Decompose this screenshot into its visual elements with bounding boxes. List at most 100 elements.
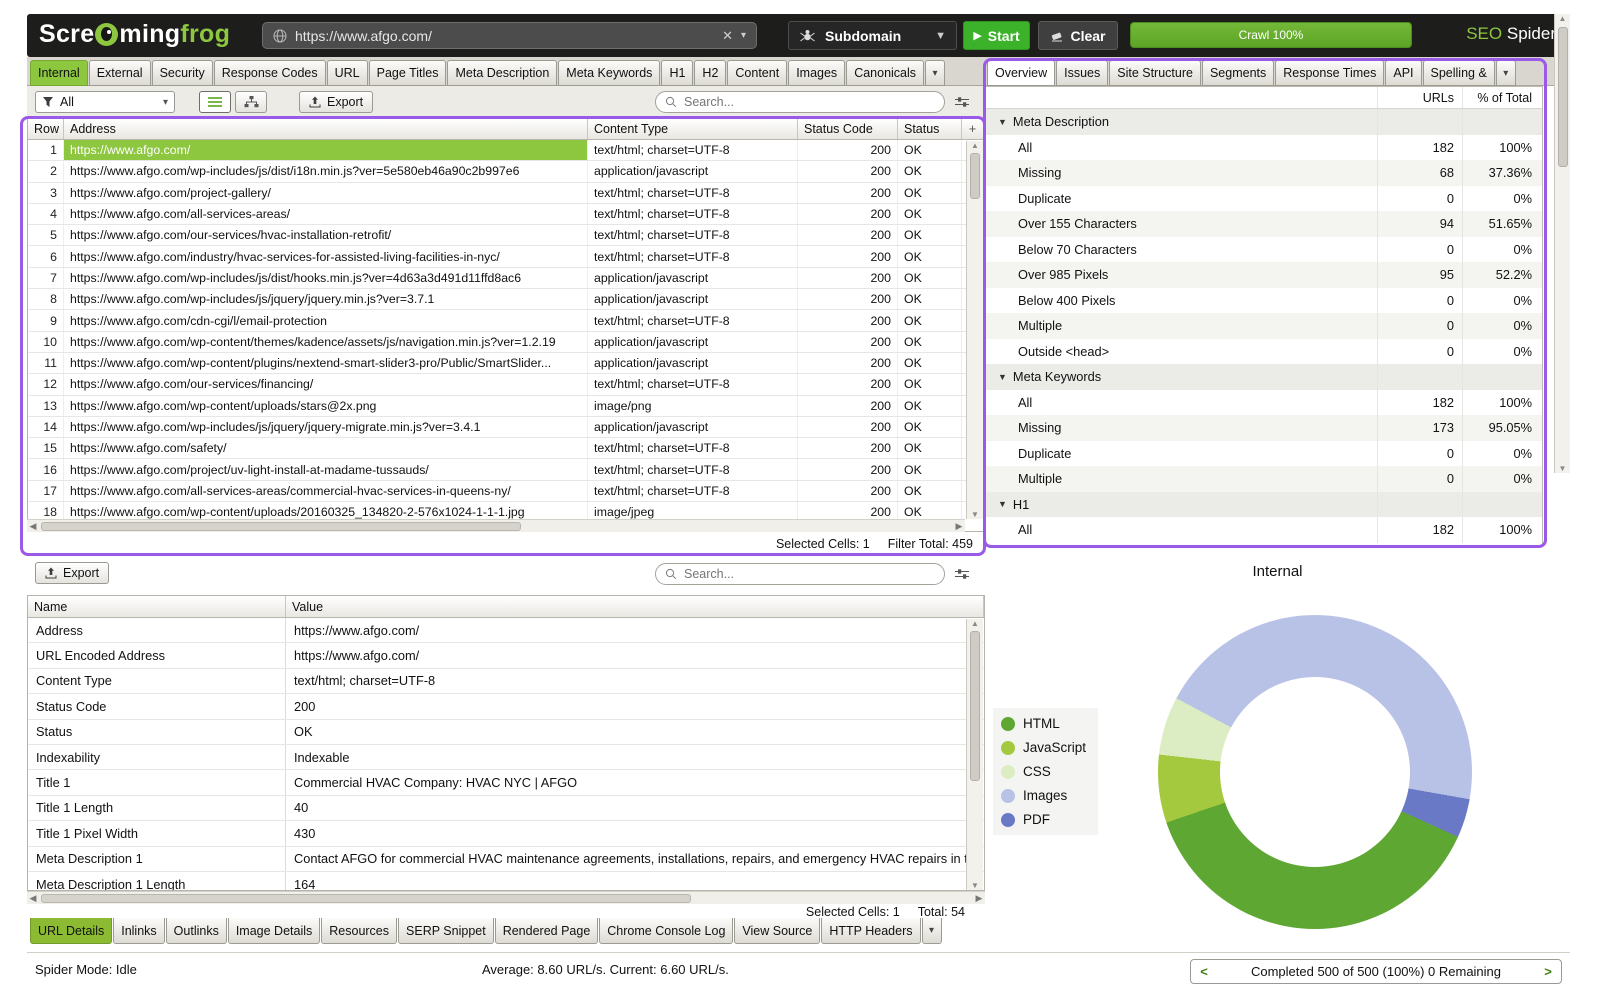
- add-column-icon[interactable]: +: [962, 119, 984, 139]
- cell-type[interactable]: application/javascript: [588, 289, 798, 309]
- cell-code[interactable]: 200: [798, 225, 898, 245]
- cell-status[interactable]: OK: [898, 438, 962, 458]
- column-header-row[interactable]: Row: [28, 119, 64, 139]
- cell-row[interactable]: 14: [28, 417, 64, 437]
- cell-row[interactable]: 13: [28, 396, 64, 416]
- cell-addr[interactable]: https://www.afgo.com/wp-includes/js/dist…: [64, 161, 588, 181]
- cell-addr[interactable]: https://www.afgo.com/wp-content/plugins/…: [64, 353, 588, 373]
- table-row[interactable]: 17https://www.afgo.com/all-services-area…: [28, 481, 984, 502]
- cell-code[interactable]: 200: [798, 246, 898, 266]
- scroll-right-icon[interactable]: ▶: [953, 521, 965, 532]
- advanced-search-icon[interactable]: [952, 563, 972, 585]
- tab-serp-snippet[interactable]: SERP Snippet: [398, 918, 494, 944]
- cell-row[interactable]: 18: [28, 502, 64, 520]
- cell-code[interactable]: 200: [798, 481, 898, 501]
- cell-row[interactable]: 9: [28, 310, 64, 330]
- column-header-value[interactable]: Value: [286, 596, 984, 617]
- overview-item[interactable]: Multiple00%: [986, 466, 1542, 492]
- tab-canonicals[interactable]: Canonicals: [846, 60, 924, 86]
- tab-issues[interactable]: Issues: [1056, 60, 1108, 86]
- details-row[interactable]: Title 1 Pixel Width430: [28, 821, 984, 846]
- cell-type[interactable]: application/javascript: [588, 161, 798, 181]
- overview-item[interactable]: All182100%: [986, 517, 1542, 543]
- cell-code[interactable]: 200: [798, 417, 898, 437]
- details-row[interactable]: Meta Description 1Contact AFGO for comme…: [28, 847, 984, 872]
- cell-type[interactable]: application/javascript: [588, 268, 798, 288]
- url-history-caret-icon[interactable]: ▾: [741, 30, 746, 41]
- tab-outlinks[interactable]: Outlinks: [166, 918, 227, 944]
- cell-type[interactable]: application/javascript: [588, 353, 798, 373]
- tab-spelling[interactable]: Spelling &: [1423, 60, 1495, 86]
- table-row[interactable]: 11https://www.afgo.com/wp-content/plugin…: [28, 353, 984, 374]
- table-row[interactable]: 15https://www.afgo.com/safety/text/html;…: [28, 438, 984, 459]
- overview-item[interactable]: All182100%: [986, 135, 1542, 161]
- crawl-table-vscrollbar[interactable]: ▲▼: [966, 141, 983, 519]
- tab-overflow-button[interactable]: ▾: [925, 60, 945, 86]
- table-row[interactable]: 16https://www.afgo.com/project/uv-light-…: [28, 459, 984, 480]
- cell-row[interactable]: 17: [28, 481, 64, 501]
- details-row[interactable]: Addresshttps://www.afgo.com/: [28, 618, 984, 643]
- cell-addr[interactable]: https://www.afgo.com/cdn-cgi/l/email-pro…: [64, 310, 588, 330]
- table-row[interactable]: 4https://www.afgo.com/all-services-areas…: [28, 204, 984, 225]
- column-header-status[interactable]: Status: [898, 119, 962, 139]
- cell-addr[interactable]: https://www.afgo.com/all-services-areas/…: [64, 481, 588, 501]
- cell-row[interactable]: 4: [28, 204, 64, 224]
- search-input[interactable]: [684, 95, 935, 109]
- cell-code[interactable]: 200: [798, 310, 898, 330]
- cell-code[interactable]: 200: [798, 204, 898, 224]
- cell-row[interactable]: 12: [28, 374, 64, 394]
- cell-addr[interactable]: https://www.afgo.com/wp-includes/js/dist…: [64, 268, 588, 288]
- cell-code[interactable]: 200: [798, 502, 898, 520]
- cell-status[interactable]: OK: [898, 332, 962, 352]
- tab-overview[interactable]: Overview: [987, 60, 1055, 86]
- cell-code[interactable]: 200: [798, 459, 898, 479]
- overview-group-h1[interactable]: ▼H1: [986, 492, 1542, 518]
- vscroll-thumb[interactable]: [970, 153, 980, 199]
- tab-api[interactable]: API: [1385, 60, 1421, 86]
- details-export-button[interactable]: Export: [35, 562, 109, 584]
- cell-type[interactable]: text/html; charset=UTF-8: [588, 225, 798, 245]
- table-row[interactable]: 10https://www.afgo.com/wp-content/themes…: [28, 332, 984, 353]
- cell-addr[interactable]: https://www.afgo.com/wp-content/uploads/…: [64, 396, 588, 416]
- cell-code[interactable]: 200: [798, 374, 898, 394]
- url-input[interactable]: https://www.afgo.com/ ✕ ▾: [262, 22, 757, 49]
- tab-overflow-button[interactable]: ▾: [922, 918, 942, 944]
- table-row[interactable]: 18https://www.afgo.com/wp-content/upload…: [28, 502, 984, 520]
- tab-meta-description[interactable]: Meta Description: [447, 60, 557, 86]
- table-row[interactable]: 3https://www.afgo.com/project-gallery/te…: [28, 183, 984, 204]
- cell-type[interactable]: image/jpeg: [588, 502, 798, 520]
- cell-status[interactable]: OK: [898, 481, 962, 501]
- scroll-left-icon[interactable]: ◀: [27, 893, 39, 904]
- cell-row[interactable]: 5: [28, 225, 64, 245]
- overview-item[interactable]: Over 985 Pixels9552.2%: [986, 262, 1542, 288]
- cell-status[interactable]: OK: [898, 353, 962, 373]
- details-row[interactable]: StatusOK: [28, 720, 984, 745]
- cell-code[interactable]: 200: [798, 268, 898, 288]
- chevron-left-icon[interactable]: <: [1191, 964, 1217, 979]
- cell-row[interactable]: 16: [28, 459, 64, 479]
- tree-view-button[interactable]: [235, 91, 267, 113]
- overview-scrollbar[interactable]: ▲ ▼: [1554, 14, 1570, 473]
- cell-type[interactable]: text/html; charset=UTF-8: [588, 204, 798, 224]
- column-header-address[interactable]: Address: [64, 119, 588, 139]
- cell-addr[interactable]: https://www.afgo.com/wp-content/themes/k…: [64, 332, 588, 352]
- cell-type[interactable]: application/javascript: [588, 332, 798, 352]
- tab-site-structure[interactable]: Site Structure: [1109, 60, 1201, 86]
- tab-chrome-console-log[interactable]: Chrome Console Log: [599, 918, 733, 944]
- overview-item[interactable]: Missing17395.05%: [986, 415, 1542, 441]
- tab-rendered-page[interactable]: Rendered Page: [495, 918, 599, 944]
- cell-status[interactable]: OK: [898, 225, 962, 245]
- cell-code[interactable]: 200: [798, 438, 898, 458]
- cell-type[interactable]: text/html; charset=UTF-8: [588, 459, 798, 479]
- tab-external[interactable]: External: [89, 60, 151, 86]
- cell-type[interactable]: text/html; charset=UTF-8: [588, 438, 798, 458]
- cell-row[interactable]: 2: [28, 161, 64, 181]
- cell-type[interactable]: text/html; charset=UTF-8: [588, 481, 798, 501]
- table-row[interactable]: 13https://www.afgo.com/wp-content/upload…: [28, 396, 984, 417]
- overview-item[interactable]: Missing6837.36%: [986, 160, 1542, 186]
- export-button[interactable]: Export: [299, 91, 373, 113]
- tab-http-headers[interactable]: HTTP Headers: [821, 918, 920, 944]
- tab-inlinks[interactable]: Inlinks: [113, 918, 164, 944]
- list-view-button[interactable]: [199, 91, 231, 113]
- cell-addr[interactable]: https://www.afgo.com/project-gallery/: [64, 183, 588, 203]
